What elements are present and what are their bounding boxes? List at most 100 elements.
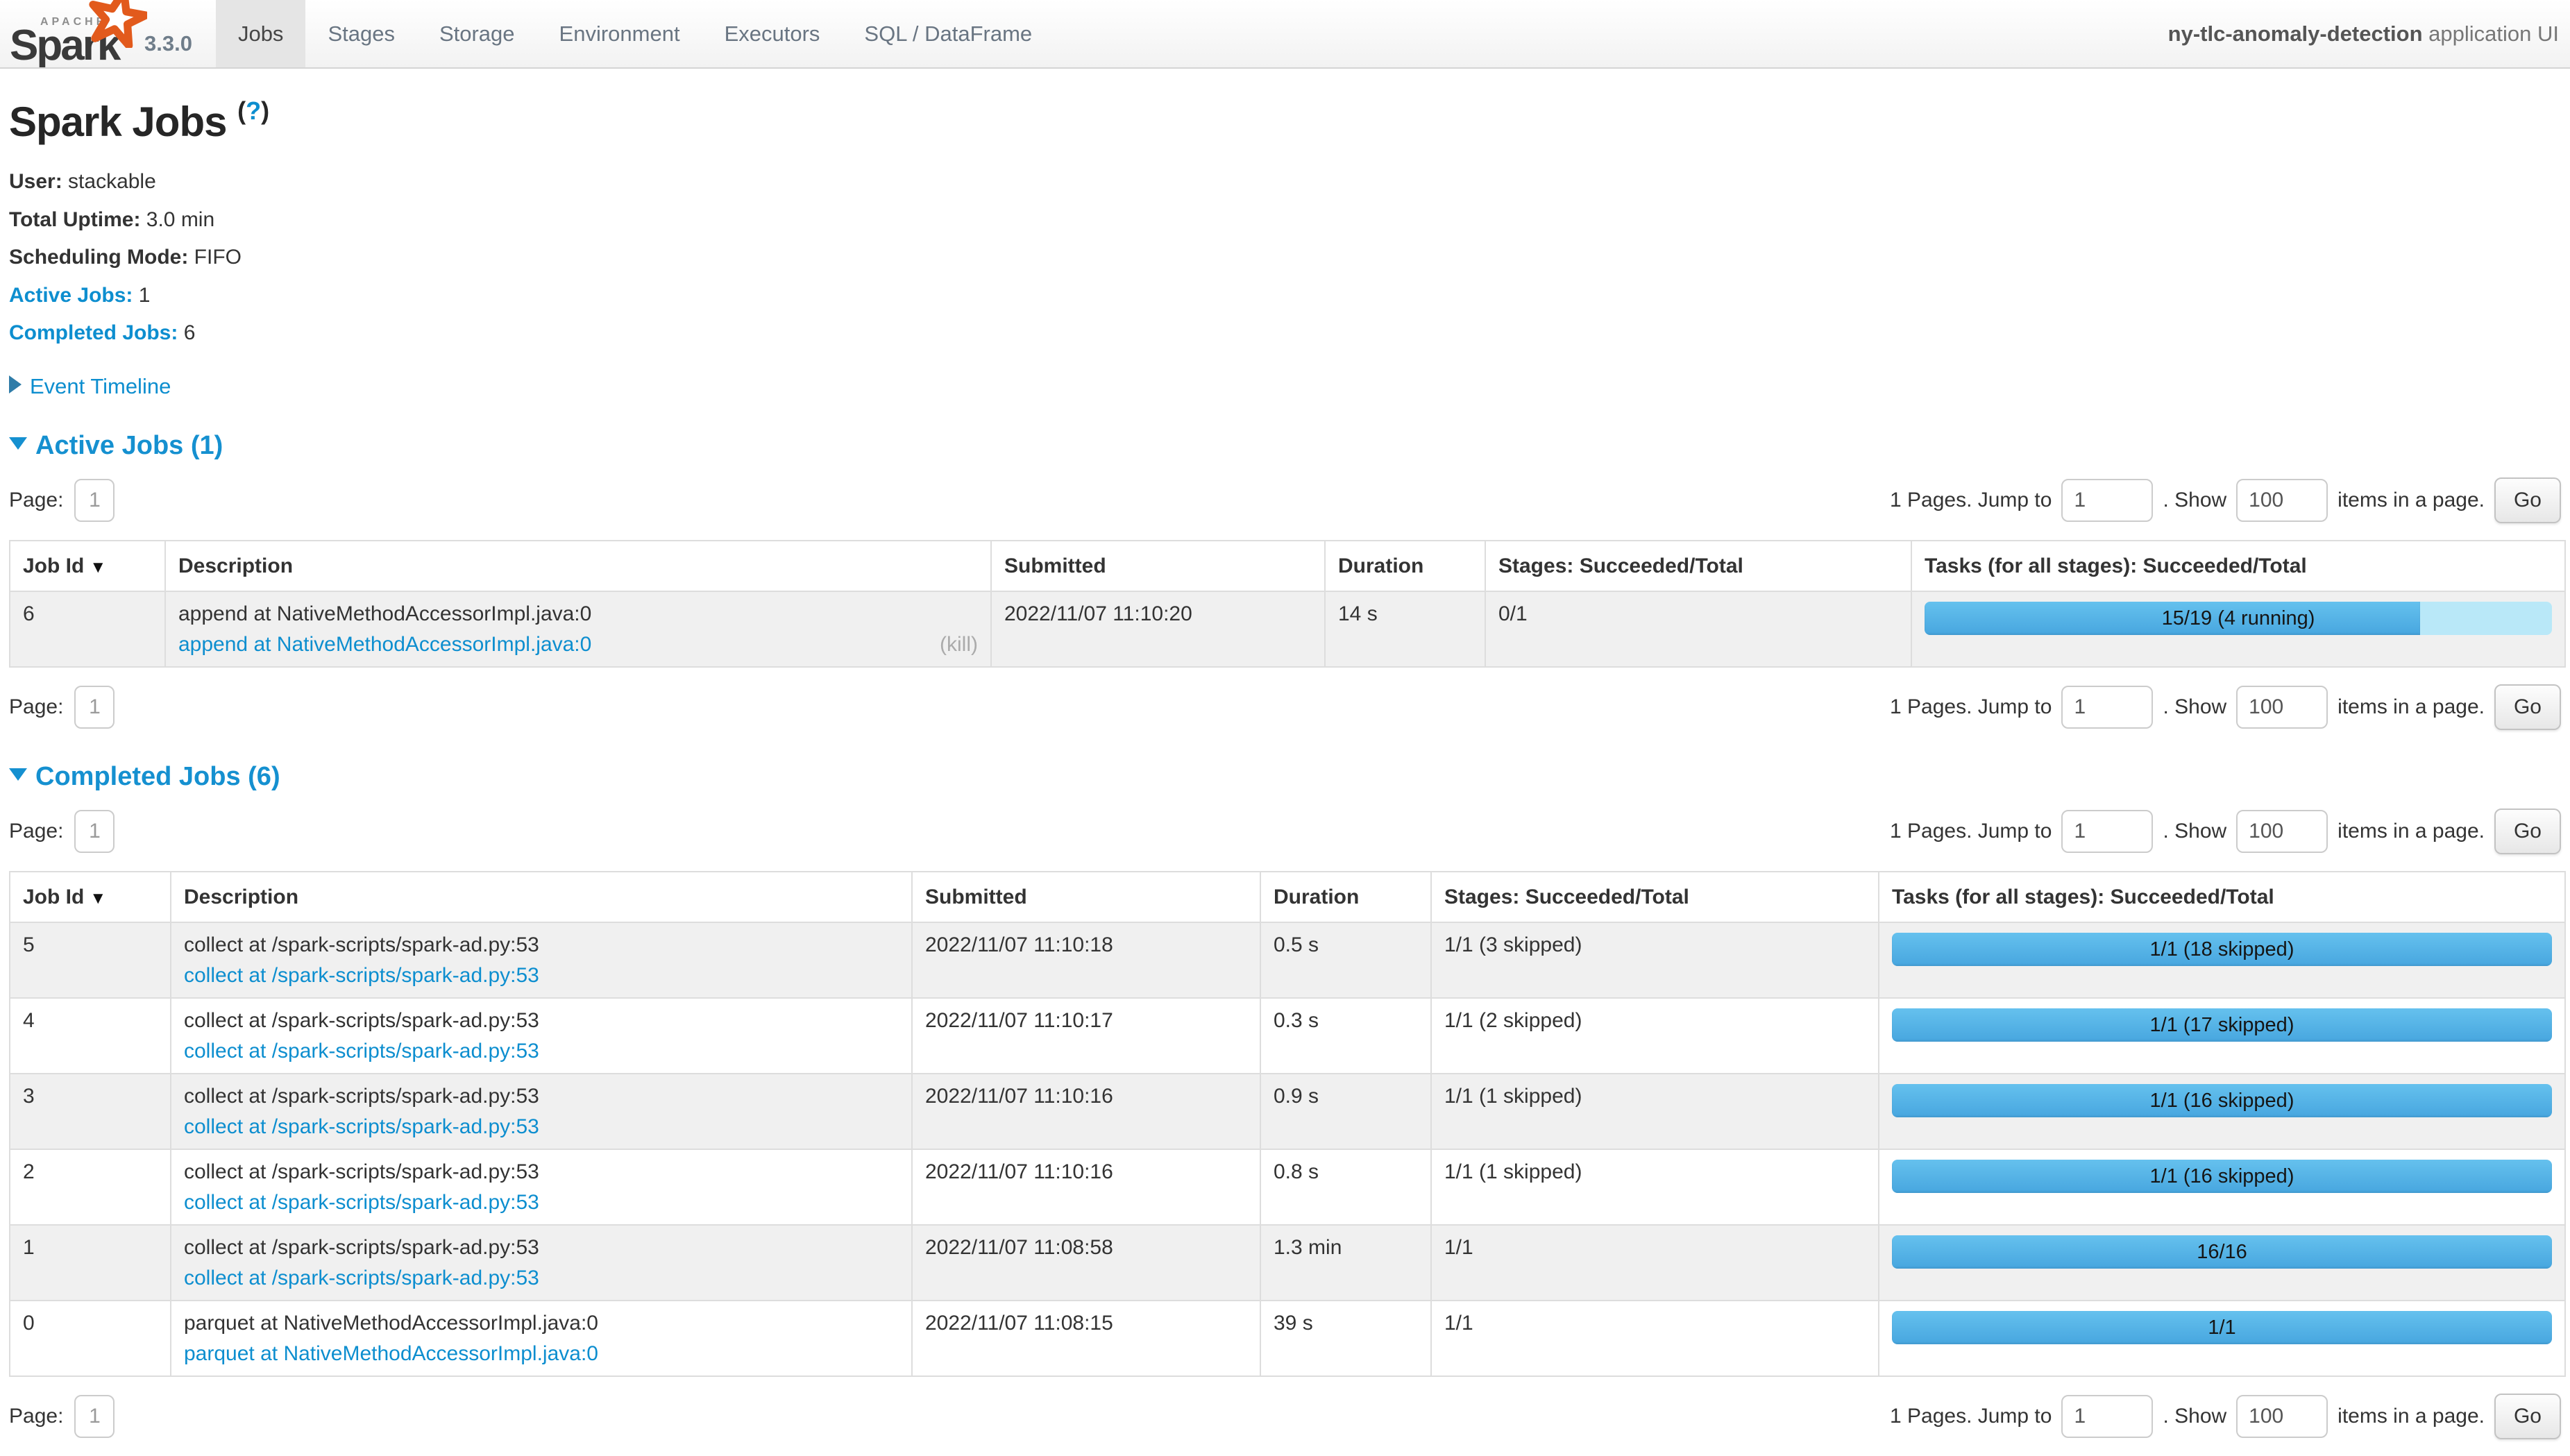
- page-title-text: Spark Jobs: [9, 99, 226, 145]
- table-row: 3 collect at /spark-scripts/spark-ad.py:5…: [10, 1074, 2565, 1149]
- completed-jobs-pager-top: Page: 1 1 Pages. Jump to . Show items in…: [9, 809, 2561, 854]
- job-detail-link[interactable]: collect at /spark-scripts/spark-ad.py:53: [184, 1115, 539, 1138]
- items-per-page-input[interactable]: [2236, 479, 2328, 522]
- tab-stages[interactable]: Stages: [305, 0, 417, 67]
- pages-count-text: 1 Pages. Jump to: [1890, 489, 2052, 512]
- pagination-row: Page: 1 1 Pages. Jump to . Show items in…: [9, 477, 2561, 523]
- tasks-progress-bar: 1/1 (18 skipped): [1892, 933, 2552, 966]
- show-text: . Show: [2163, 489, 2226, 512]
- jump-to-page-input[interactable]: [2061, 1395, 2153, 1438]
- job-id-cell: 4: [10, 998, 171, 1074]
- job-detail-link[interactable]: collect at /spark-scripts/spark-ad.py:53: [184, 964, 539, 987]
- description-line2: collect at /spark-scripts/spark-ad.py:53: [184, 1264, 899, 1292]
- items-text: items in a page.: [2337, 820, 2485, 843]
- progress-label: 1/1 (17 skipped): [1892, 1008, 2552, 1042]
- job-detail-link[interactable]: collect at /spark-scripts/spark-ad.py:53: [184, 1191, 539, 1214]
- job-detail-link[interactable]: collect at /spark-scripts/spark-ad.py:53: [184, 1040, 539, 1063]
- column-header[interactable]: Stages: Succeeded/Total: [1431, 872, 1879, 922]
- duration-cell: 1.3 min: [1260, 1225, 1431, 1301]
- show-text: . Show: [2163, 820, 2226, 843]
- go-button[interactable]: Go: [2494, 477, 2561, 523]
- stages-cell: 1/1: [1431, 1225, 1879, 1301]
- column-header[interactable]: Duration: [1260, 872, 1431, 922]
- show-text: . Show: [2163, 1405, 2226, 1428]
- job-id-cell: 3: [10, 1074, 171, 1149]
- stages-cell: 1/1 (1 skipped): [1431, 1074, 1879, 1149]
- sort-desc-icon: ▼: [90, 889, 106, 908]
- spark-version: 3.3.0: [144, 31, 192, 56]
- tasks-cell: 1/1 (17 skipped): [1879, 998, 2565, 1074]
- stages-cell: 1/1 (2 skipped): [1431, 998, 1879, 1074]
- job-detail-link[interactable]: collect at /spark-scripts/spark-ad.py:53: [184, 1267, 539, 1289]
- application-title: ny-tlc-anomaly-detection application UI: [2168, 22, 2570, 46]
- pages-count-text: 1 Pages. Jump to: [1890, 820, 2052, 843]
- submitted-cell: 2022/11/07 11:10:18: [912, 922, 1260, 998]
- summary-scheduling-mode: Scheduling Mode: FIFO: [9, 244, 2561, 272]
- page-number-button[interactable]: 1: [74, 479, 115, 522]
- kill-link[interactable]: (kill): [940, 631, 978, 658]
- tasks-cell: 1/1 (16 skipped): [1879, 1149, 2565, 1225]
- tab-environment[interactable]: Environment: [537, 0, 702, 67]
- duration-cell: 39 s: [1260, 1301, 1431, 1376]
- spark-brand: APACHE Spark 3.3.0: [0, 0, 198, 67]
- description-text: collect at /spark-scripts/spark-ad.py:53: [184, 931, 899, 958]
- job-detail-link[interactable]: parquet at NativeMethodAccessorImpl.java…: [184, 1342, 598, 1365]
- column-header[interactable]: Tasks (for all stages): Succeeded/Total: [1879, 872, 2565, 922]
- tab-jobs[interactable]: Jobs: [216, 0, 305, 67]
- pages-count-text: 1 Pages. Jump to: [1890, 695, 2052, 719]
- column-header[interactable]: Job Id▼: [10, 872, 171, 922]
- go-button[interactable]: Go: [2494, 1394, 2561, 1439]
- top-navbar: APACHE Spark 3.3.0 Jobs Stages Storage E…: [0, 0, 2570, 69]
- job-detail-link[interactable]: append at NativeMethodAccessorImpl.java:…: [178, 633, 591, 656]
- jump-to-page-input[interactable]: [2061, 479, 2153, 522]
- column-header[interactable]: Job Id▼: [10, 541, 165, 591]
- summary-active-jobs: Active Jobs: 1: [9, 282, 2561, 310]
- page-label: Page:: [9, 695, 63, 719]
- description-text: collect at /spark-scripts/spark-ad.py:53: [184, 1234, 899, 1261]
- tab-storage[interactable]: Storage: [417, 0, 537, 67]
- expanded-arrow-icon: [9, 768, 27, 781]
- help-question-icon[interactable]: ?: [246, 96, 261, 125]
- jump-to-page-input[interactable]: [2061, 810, 2153, 853]
- job-id-cell: 6: [10, 591, 165, 667]
- tasks-cell: 1/1 (16 skipped): [1879, 1074, 2565, 1149]
- job-summary: User: stackable Total Uptime: 3.0 min Sc…: [9, 168, 2561, 348]
- page-number-button[interactable]: 1: [74, 810, 115, 853]
- tab-executors[interactable]: Executors: [702, 0, 843, 67]
- tasks-cell: 16/16: [1879, 1225, 2565, 1301]
- column-header[interactable]: Stages: Succeeded/Total: [1485, 541, 1911, 591]
- column-header[interactable]: Submitted: [912, 872, 1260, 922]
- active-jobs-link[interactable]: Active Jobs:: [9, 284, 133, 307]
- items-per-page-input[interactable]: [2236, 1395, 2328, 1438]
- column-header[interactable]: Description: [171, 872, 912, 922]
- description-text: parquet at NativeMethodAccessorImpl.java…: [184, 1310, 899, 1337]
- submitted-cell: 2022/11/07 11:08:15: [912, 1301, 1260, 1376]
- completed-jobs-section-header[interactable]: Completed Jobs (6): [9, 762, 2561, 792]
- event-timeline-toggle[interactable]: Event Timeline: [9, 374, 2561, 399]
- column-header[interactable]: Submitted: [991, 541, 1325, 591]
- go-button[interactable]: Go: [2494, 809, 2561, 854]
- items-per-page-input[interactable]: [2236, 810, 2328, 853]
- progress-label: 16/16: [1892, 1235, 2552, 1269]
- pagination-right: 1 Pages. Jump to . Show items in a page.…: [1890, 477, 2561, 523]
- active-jobs-pager-bottom: Page: 1 1 Pages. Jump to . Show items in…: [9, 684, 2561, 730]
- page-number-button[interactable]: 1: [74, 686, 115, 729]
- go-button[interactable]: Go: [2494, 684, 2561, 730]
- jump-to-page-input[interactable]: [2061, 686, 2153, 729]
- description-line2: collect at /spark-scripts/spark-ad.py:53: [184, 1113, 899, 1140]
- tab-sql-dataframe[interactable]: SQL / DataFrame: [842, 0, 1054, 67]
- column-header[interactable]: Duration: [1325, 541, 1485, 591]
- progress-label: 15/19 (4 running): [1925, 602, 2552, 635]
- sort-desc-icon: ▼: [90, 558, 106, 577]
- pagination-row: Page: 1 1 Pages. Jump to . Show items in…: [9, 809, 2561, 854]
- active-jobs-section-header[interactable]: Active Jobs (1): [9, 431, 2561, 461]
- pagination-right: 1 Pages. Jump to . Show items in a page.…: [1890, 684, 2561, 730]
- column-header[interactable]: Description: [165, 541, 991, 591]
- completed-jobs-link[interactable]: Completed Jobs:: [9, 321, 178, 344]
- items-per-page-input[interactable]: [2236, 686, 2328, 729]
- page-number-button[interactable]: 1: [74, 1395, 115, 1438]
- column-header[interactable]: Tasks (for all stages): Succeeded/Total: [1911, 541, 2565, 591]
- summary-completed-jobs: Completed Jobs: 6: [9, 319, 2561, 348]
- tasks-progress-bar: 16/16: [1892, 1235, 2552, 1269]
- page-content: Spark Jobs (?) User: stackable Total Upt…: [0, 96, 2570, 1439]
